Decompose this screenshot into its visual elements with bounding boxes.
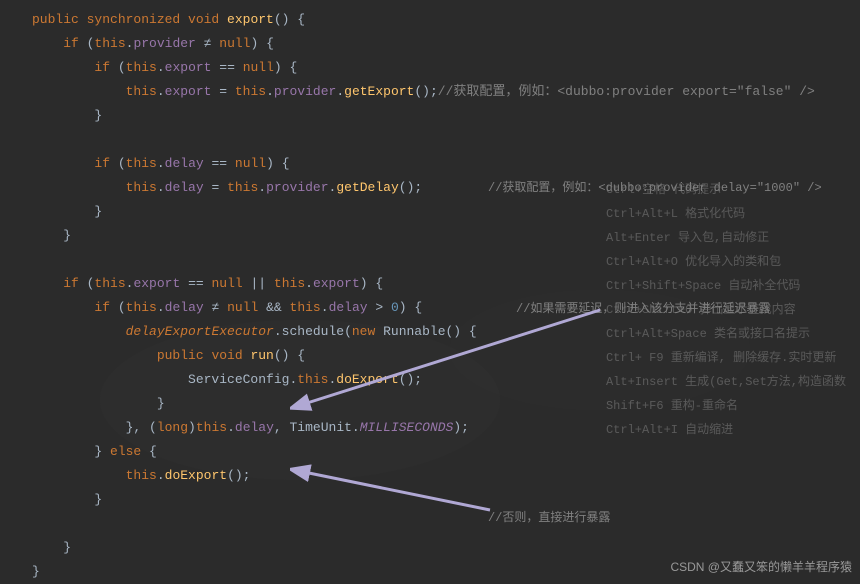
hint-item: Ctrl+Shift+O 弹出显示查找内容	[606, 298, 846, 322]
shortcut-hints: Ctrl+空格 代码提示 Ctrl+Alt+L 格式化代码 Alt+Enter …	[606, 178, 846, 442]
hint-item: Ctrl+空格 代码提示	[606, 178, 846, 202]
watermark: CSDN @又蠢又笨的懒羊羊程序猿	[670, 555, 852, 579]
hint-item: Ctrl+Alt+Space 类名或接口名提示	[606, 322, 846, 346]
comment-export-config: //获取配置，例如：<dubbo:provider export="false"…	[438, 84, 815, 99]
hint-item: Ctrl+Shift+Space 自动补全代码	[606, 274, 846, 298]
hint-item: Ctrl+Alt+L 格式化代码	[606, 202, 846, 226]
hint-item: Ctrl+ F9 重新编译, 删除缓存.实时更新	[606, 346, 846, 370]
hint-item: Ctrl+Alt+O 优化导入的类和包	[606, 250, 846, 274]
hint-item: Ctrl+Alt+I 自动缩进	[606, 418, 846, 442]
hint-item: Alt+Enter 导入包,自动修正	[606, 226, 846, 250]
comment-else-branch: //否则，直接进行暴露	[488, 506, 610, 530]
hint-item: Shift+F6 重构-重命名	[606, 394, 846, 418]
hint-item: Alt+Insert 生成(Get,Set方法,构造函数	[606, 370, 846, 394]
